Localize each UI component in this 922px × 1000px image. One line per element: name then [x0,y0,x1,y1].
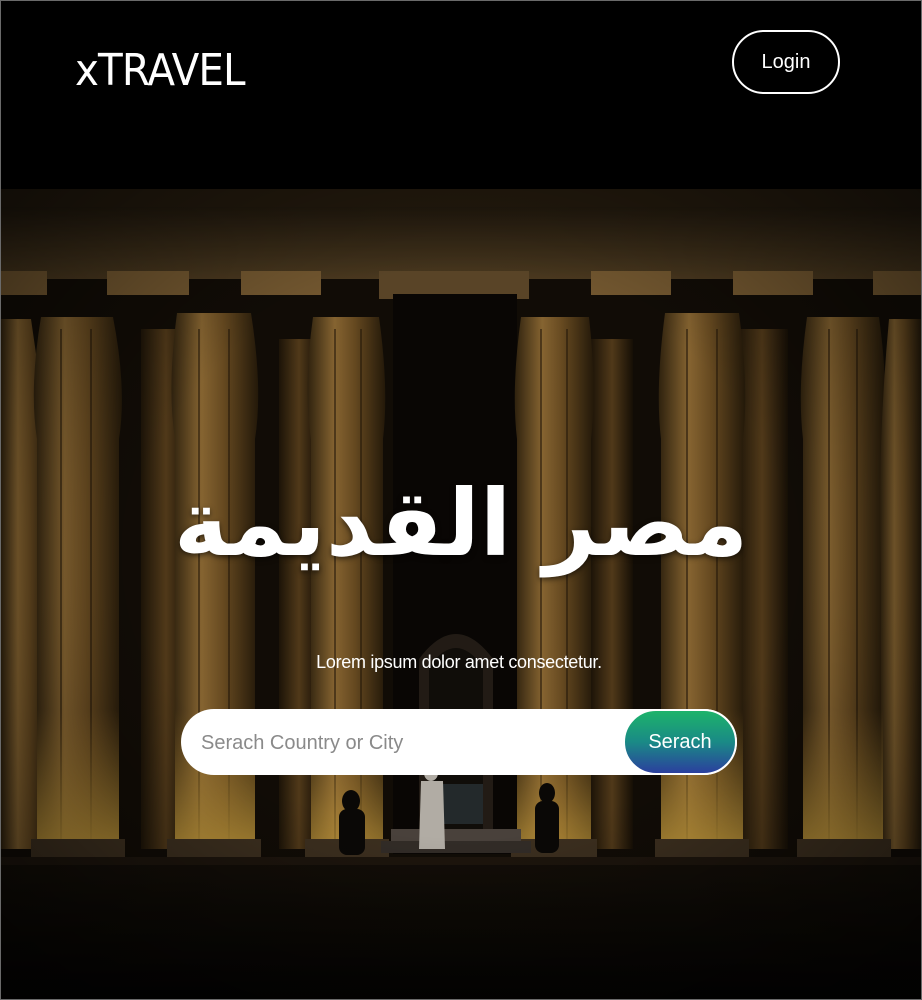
login-button[interactable]: Login [732,30,840,94]
search-input[interactable] [199,709,623,777]
page-frame: xTRAVEL Login مصر القديمة Lorem ipsum do… [0,0,922,1000]
site-header: xTRAVEL Login [1,1,921,189]
hero-title: مصر القديمة [173,470,749,577]
site-logo[interactable]: xTRAVEL [75,41,246,101]
hero-background-image [1,189,921,999]
search-button[interactable]: Serach [623,709,737,775]
hero-section: مصر القديمة Lorem ipsum dolor amet conse… [1,189,921,999]
hero-subtitle: Lorem ipsum dolor amet consectetur. [316,652,602,672]
search-bar: Serach [181,709,737,777]
